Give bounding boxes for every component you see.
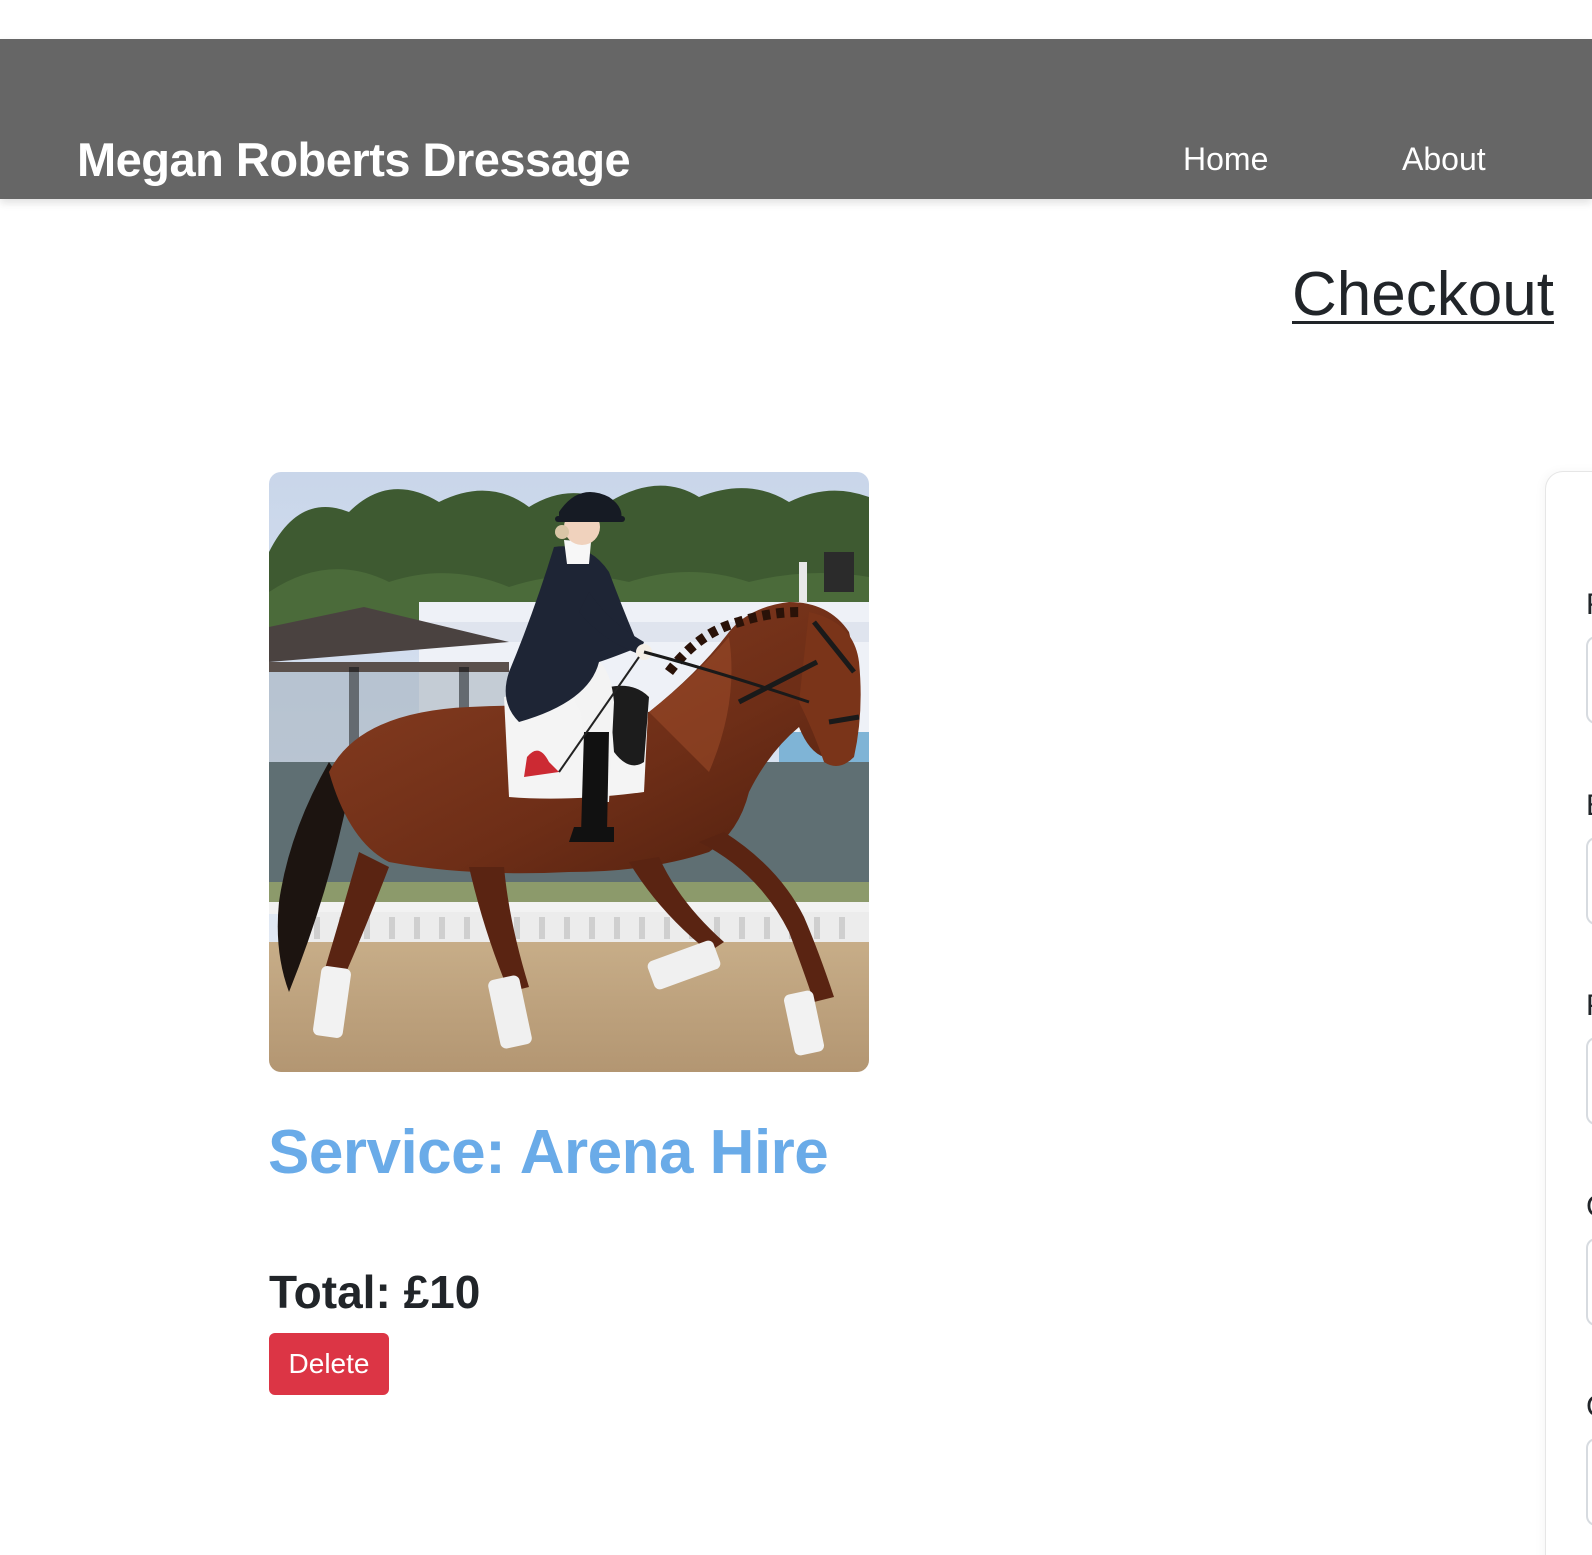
- checkout-form-card: F E P C C: [1545, 471, 1592, 1555]
- horse-dressage-photo-icon: [269, 472, 869, 1072]
- form-label: P: [1586, 989, 1592, 1023]
- nav-link-home[interactable]: Home: [1183, 139, 1268, 179]
- form-label: F: [1586, 588, 1592, 622]
- form-input[interactable]: [1586, 837, 1592, 925]
- form-label: C: [1586, 1190, 1592, 1224]
- form-input[interactable]: [1586, 636, 1592, 724]
- brand-link[interactable]: Megan Roberts Dressage: [77, 132, 631, 188]
- form-input[interactable]: [1586, 1037, 1592, 1125]
- order-total: Total: £10: [269, 1266, 481, 1318]
- form-group-4: C: [1586, 1190, 1592, 1326]
- form-label: E: [1586, 789, 1592, 823]
- service-image: [269, 472, 869, 1072]
- page-title: Checkout: [1292, 260, 1554, 329]
- form-label: C: [1586, 1390, 1592, 1424]
- form-input[interactable]: [1586, 1238, 1592, 1326]
- form-group-5: C: [1586, 1390, 1592, 1526]
- nav-link-about[interactable]: About: [1402, 139, 1486, 179]
- form-group-1: F: [1586, 588, 1592, 724]
- form-input[interactable]: [1586, 1438, 1592, 1526]
- service-title: Service: Arena Hire: [268, 1118, 829, 1187]
- delete-button[interactable]: Delete: [269, 1333, 389, 1395]
- form-group-2: E: [1586, 789, 1592, 925]
- top-navbar: Megan Roberts Dressage Home About: [0, 39, 1592, 199]
- form-group-3: P: [1586, 989, 1592, 1125]
